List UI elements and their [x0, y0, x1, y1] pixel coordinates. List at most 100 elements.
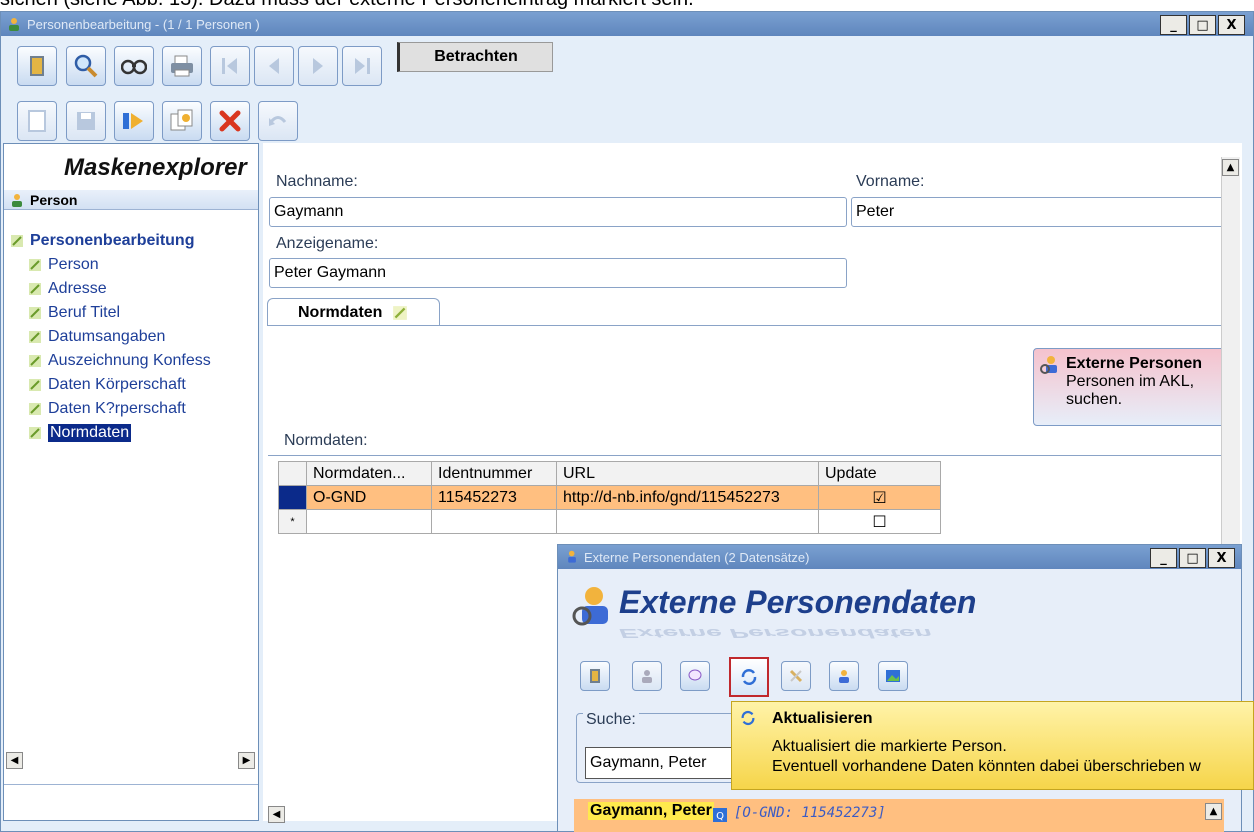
update-checkbox[interactable]: ☑: [818, 485, 941, 510]
next-record-button[interactable]: [298, 46, 338, 86]
ext-maximize-button[interactable]: □: [1179, 548, 1206, 568]
external-persons-text-1: Personen im AKL,: [1066, 373, 1195, 390]
cell-normdaten[interactable]: [306, 509, 432, 534]
close-button[interactable]: X: [1218, 15, 1245, 35]
ext-close-button[interactable]: X: [1208, 548, 1235, 568]
result-scroll-up[interactable]: ▲: [1205, 803, 1222, 820]
ext-exit-button[interactable]: [580, 661, 610, 691]
undo-icon: [269, 116, 287, 126]
ext-titlebar[interactable]: Externe Personendaten (2 Datensätze): [558, 545, 1241, 569]
column-header-url[interactable]: URL: [556, 461, 819, 486]
table-row[interactable]: O-GND 115452273 http://d-nb.info/gnd/115…: [278, 485, 941, 510]
mode-indicator: Betrachten: [397, 42, 553, 72]
column-header-identnummer[interactable]: Identnummer: [431, 461, 557, 486]
binoculars-icon: [121, 59, 147, 75]
column-header-normdaten[interactable]: Normdaten...: [306, 461, 432, 486]
normdaten-table: Normdaten... Identnummer URL Update O-GN…: [278, 461, 941, 534]
refresh-arrows-icon: [741, 710, 755, 726]
vorname-field[interactable]: Peter: [851, 197, 1224, 227]
normdaten-grid-label: Normdaten:: [284, 432, 368, 449]
edit-pencil-icon: [11, 235, 23, 247]
copy-record-button[interactable]: [114, 101, 154, 141]
cell-url[interactable]: [556, 509, 819, 534]
save-button[interactable]: [66, 101, 106, 141]
last-record-button[interactable]: [342, 46, 382, 86]
search-input[interactable]: Gaymann, Peter: [585, 747, 735, 779]
edit-pencil-icon: [29, 283, 41, 295]
minimize-button[interactable]: _: [1160, 15, 1187, 35]
new-record-button[interactable]: [17, 101, 57, 141]
main-titlebar[interactable]: Personenbearbeitung - (1 / 1 Personen ): [1, 12, 1253, 36]
tree-item-auszeichnung-konfess[interactable]: Auszeichnung Konfess: [28, 352, 211, 370]
anzeigename-field[interactable]: Peter Gaymann: [269, 258, 847, 288]
ext-person-button[interactable]: [632, 661, 662, 691]
edit-pencil-icon: [29, 379, 41, 391]
first-icon: [222, 58, 237, 74]
person-gray-icon: [642, 670, 652, 683]
tree-item-person[interactable]: Person: [28, 256, 99, 274]
table-row-new[interactable]: * ☐: [278, 509, 941, 534]
refresh-button[interactable]: [729, 657, 769, 697]
update-checkbox[interactable]: ☐: [818, 509, 941, 534]
scroll-up-arrow[interactable]: ▲: [1222, 159, 1239, 176]
refresh-tooltip: Aktualisieren Aktualisiert die markierte…: [731, 701, 1254, 790]
first-record-button[interactable]: [210, 46, 250, 86]
ext-heading: Externe Personendaten: [619, 584, 977, 620]
speech-bubble-icon: [688, 669, 702, 681]
previous-record-button[interactable]: [254, 46, 294, 86]
tree-root-personenbearbeitung[interactable]: Personenbearbeitung: [10, 232, 194, 250]
floppy-disk-icon: [77, 112, 95, 130]
person-search-large-icon: [572, 587, 608, 626]
tree-item-label: Person: [48, 256, 99, 273]
nachname-field[interactable]: Gaymann: [269, 197, 847, 227]
explorer-scroll-left[interactable]: ◀: [6, 752, 23, 769]
ext-tools-button[interactable]: [781, 661, 811, 691]
ext-person-edit-button[interactable]: [829, 661, 859, 691]
explorer-scroll-right[interactable]: ▶: [238, 752, 255, 769]
exit-button[interactable]: [17, 46, 57, 86]
tree-item-label: Adresse: [48, 280, 107, 297]
ext-comment-button[interactable]: [680, 661, 710, 691]
edit-pencil-icon: [29, 307, 41, 319]
tab-normdaten[interactable]: Normdaten: [267, 298, 440, 326]
tree-item-adresse[interactable]: Adresse: [28, 280, 107, 298]
grid-separator: [268, 455, 1222, 456]
tree-item-daten-k-rperschaft[interactable]: Daten K?rperschaft: [28, 400, 186, 418]
row-selector[interactable]: [278, 485, 307, 510]
tree-item-label: Auszeichnung Konfess: [48, 352, 211, 369]
print-button[interactable]: [162, 46, 202, 86]
explorer-header[interactable]: Person: [4, 190, 258, 210]
column-header-update[interactable]: Update: [818, 461, 941, 486]
form-scroll-left[interactable]: ◀: [268, 806, 285, 823]
delete-button[interactable]: [210, 101, 250, 141]
tree-item-label: Beruf Titel: [48, 304, 121, 321]
view-button[interactable]: [114, 46, 154, 86]
edit-pencil-icon: [29, 403, 41, 415]
tab-divider: [267, 325, 1227, 326]
person-icon: [12, 193, 22, 207]
next-icon: [313, 58, 323, 74]
cell-url[interactable]: http://d-nb.info/gnd/115452273: [556, 485, 819, 510]
cell-normdaten[interactable]: O-GND: [306, 485, 432, 510]
search-label: Suche:: [583, 711, 639, 729]
search-button[interactable]: [66, 46, 106, 86]
tree-item-datumsangaben[interactable]: Datumsangaben: [28, 328, 165, 346]
explorer-title: Maskenexplorer: [64, 154, 247, 181]
cell-identnummer[interactable]: [431, 509, 557, 534]
door-exit-icon: [30, 56, 44, 76]
maximize-button[interactable]: □: [1189, 15, 1216, 35]
undo-button[interactable]: [258, 101, 298, 141]
picture-icon: [886, 670, 900, 682]
refresh-arrows-icon: [741, 669, 757, 685]
tree-item-beruf-titel[interactable]: Beruf Titel: [28, 304, 120, 322]
tree-item-daten-k-rperschaft[interactable]: Daten Körperschaft: [28, 376, 186, 394]
duplicate-button[interactable]: [162, 101, 202, 141]
ext-image-button[interactable]: [878, 661, 908, 691]
ext-minimize-button[interactable]: _: [1150, 548, 1177, 568]
door-exit-icon: [590, 669, 600, 683]
cell-identnummer[interactable]: 115452273: [431, 485, 557, 510]
external-persons-panel[interactable]: Externe Personen Personen im AKL, suchen…: [1033, 348, 1233, 426]
tree-item-normdaten[interactable]: Normdaten: [28, 424, 132, 442]
result-row[interactable]: Gaymann, Peter Q [O-GND: 115452273]: [574, 799, 1224, 832]
duplicate-document-icon: [170, 109, 193, 131]
